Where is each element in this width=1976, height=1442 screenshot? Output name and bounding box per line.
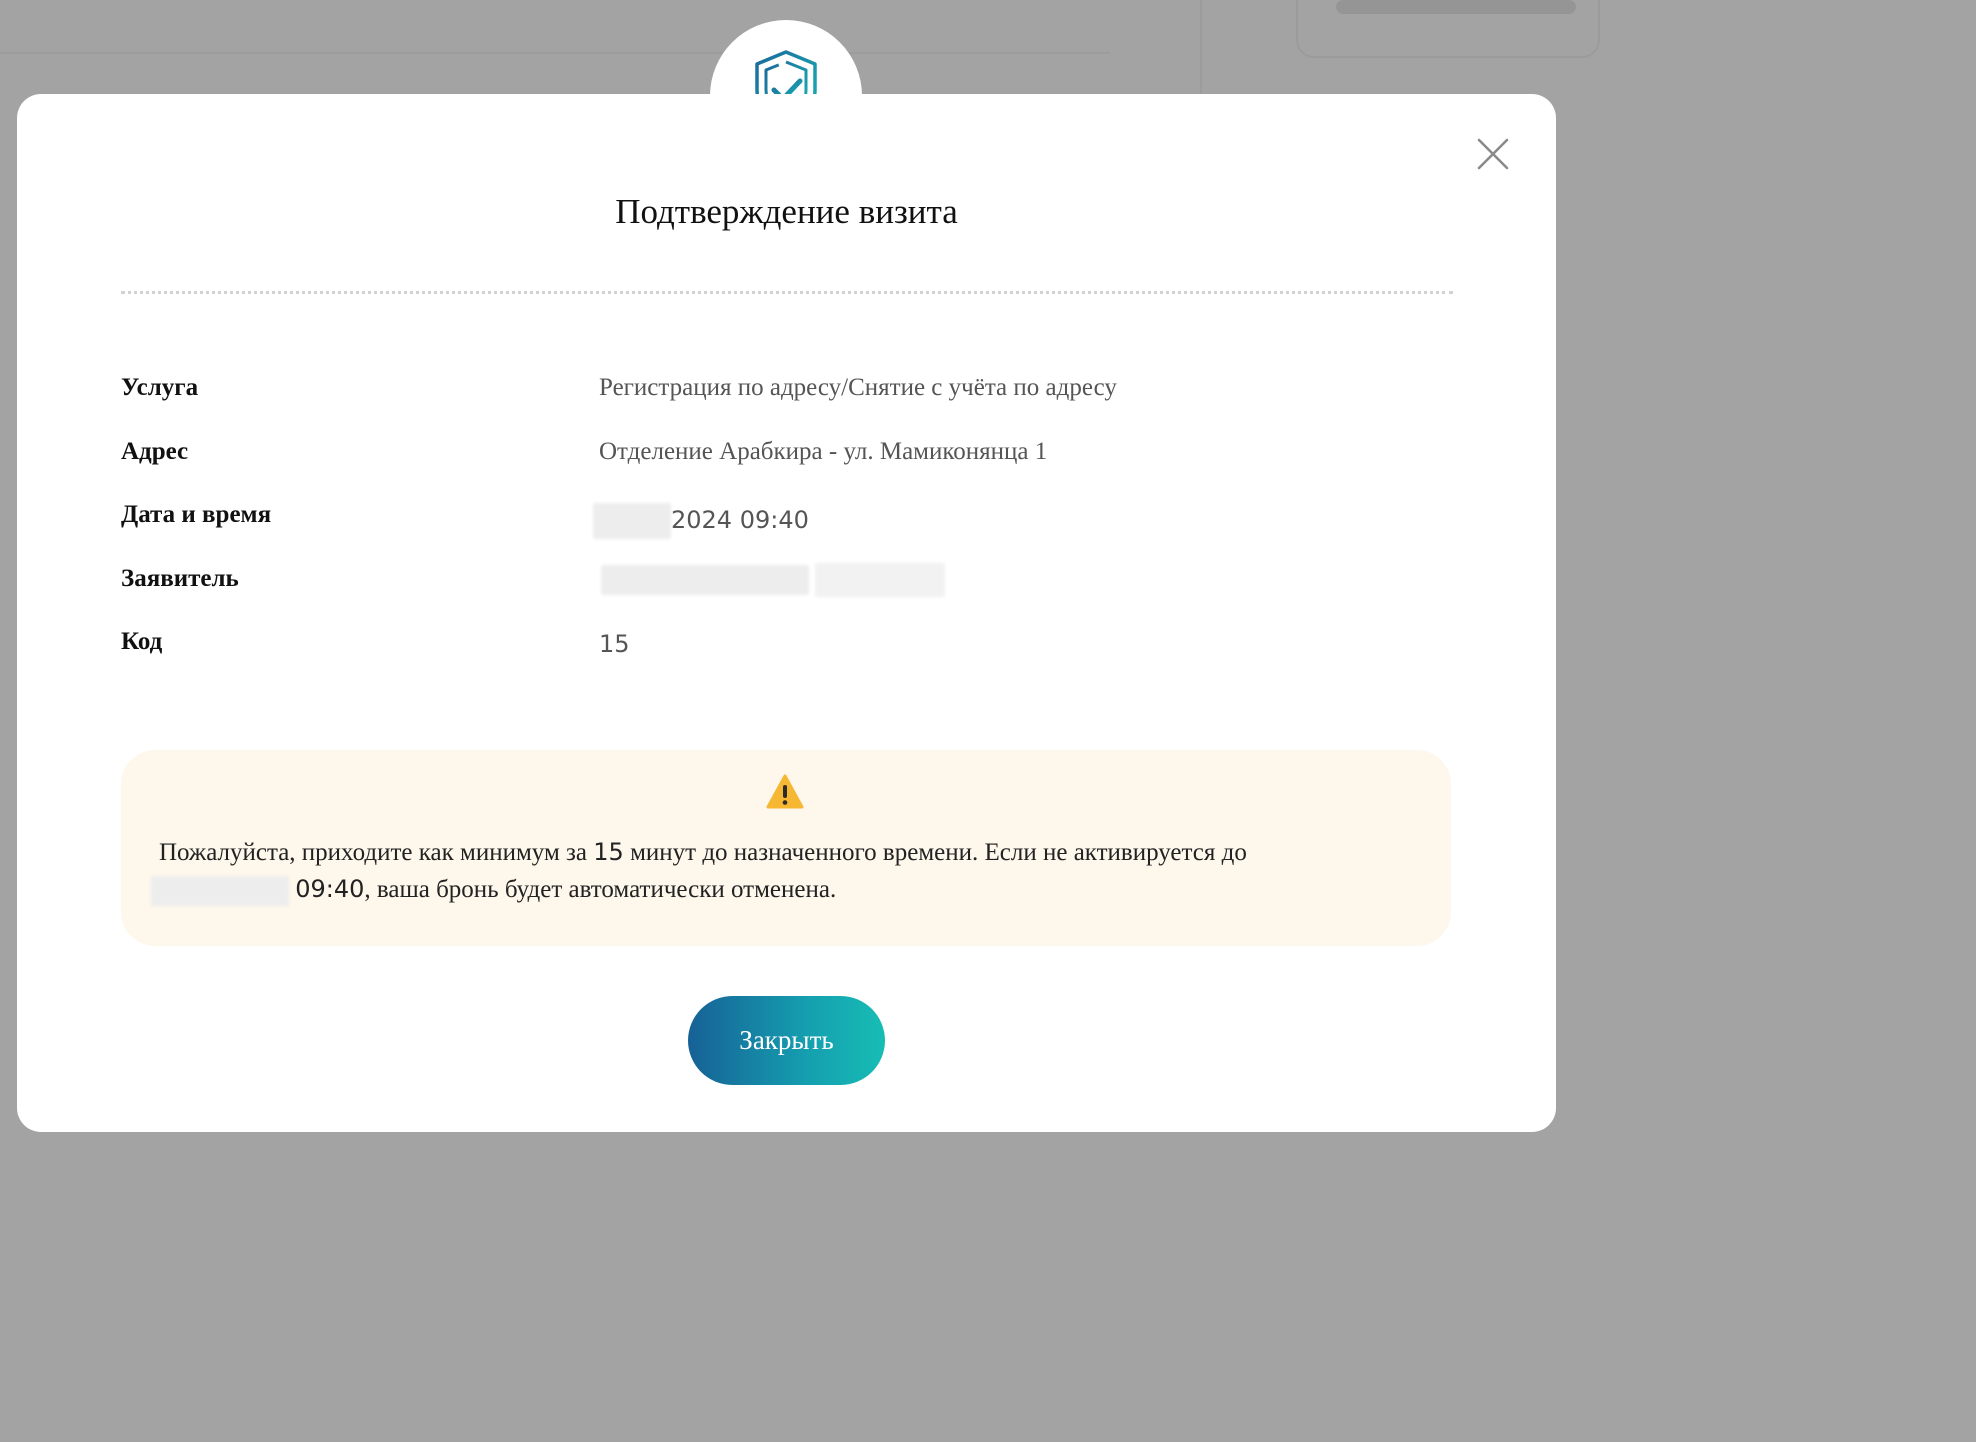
warning-minutes: 15 [593, 838, 624, 866]
close-icon [1477, 138, 1509, 170]
detail-value: Регистрация по адресу/Снятие с учёта по … [599, 374, 1117, 401]
detail-value: Отделение Арабкира - ул. Мамиконянца 1 [599, 437, 1048, 465]
detail-row-datetime: Дата и время 2024 09:40 [121, 483, 1453, 547]
close-modal-button[interactable]: Закрыть [688, 996, 885, 1085]
warning-box: Пожалуйста, приходите как минимум за 15 … [121, 750, 1451, 946]
close-button[interactable] [1475, 136, 1511, 172]
warning-text: Пожалуйста, приходите как минимум за 15 … [151, 834, 1419, 908]
detail-label: Услуга [121, 374, 199, 401]
background-bar [1336, 0, 1576, 14]
detail-label: Дата и время [121, 501, 272, 528]
redacted-surname [815, 562, 946, 597]
warning-text-start: Пожалуйста, приходите как минимум за [159, 839, 594, 866]
detail-row-code: Код 15 [121, 610, 1453, 674]
warning-icon [766, 774, 804, 809]
detail-value-applicant [601, 562, 946, 597]
detail-label: Адрес [121, 437, 189, 465]
detail-value-code: 15 [599, 630, 630, 658]
datetime-text: 2024 09:40 [671, 506, 809, 534]
warning-text-end: , ваша бронь будет автоматически отменен… [364, 876, 837, 903]
detail-row-address: Адрес Отделение Арабкира - ул. Мамиконян… [121, 420, 1453, 484]
background-divider [0, 52, 1110, 54]
modal-title: Подтверждение визита [615, 192, 958, 231]
warning-text-middle: минут до назначенного времени. Если не а… [623, 839, 1247, 866]
visit-confirmation-modal: Подтверждение визита Услуга Регистрация … [17, 94, 1556, 1132]
redacted-date [151, 876, 289, 907]
visit-details: Услуга Регистрация по адресу/Снятие с уч… [121, 356, 1453, 674]
detail-row-service: Услуга Регистрация по адресу/Снятие с уч… [121, 356, 1453, 420]
detail-label: Код [121, 628, 163, 655]
detail-label: Заявитель [121, 564, 239, 592]
detail-value-datetime: 2024 09:40 [593, 503, 809, 539]
dotted-divider [121, 291, 1453, 294]
redacted-name [601, 564, 809, 595]
redacted-date [593, 503, 671, 539]
detail-row-applicant: Заявитель [121, 547, 1453, 611]
warning-time: 09:40 [295, 875, 365, 903]
background-divider-vertical [1200, 0, 1202, 94]
